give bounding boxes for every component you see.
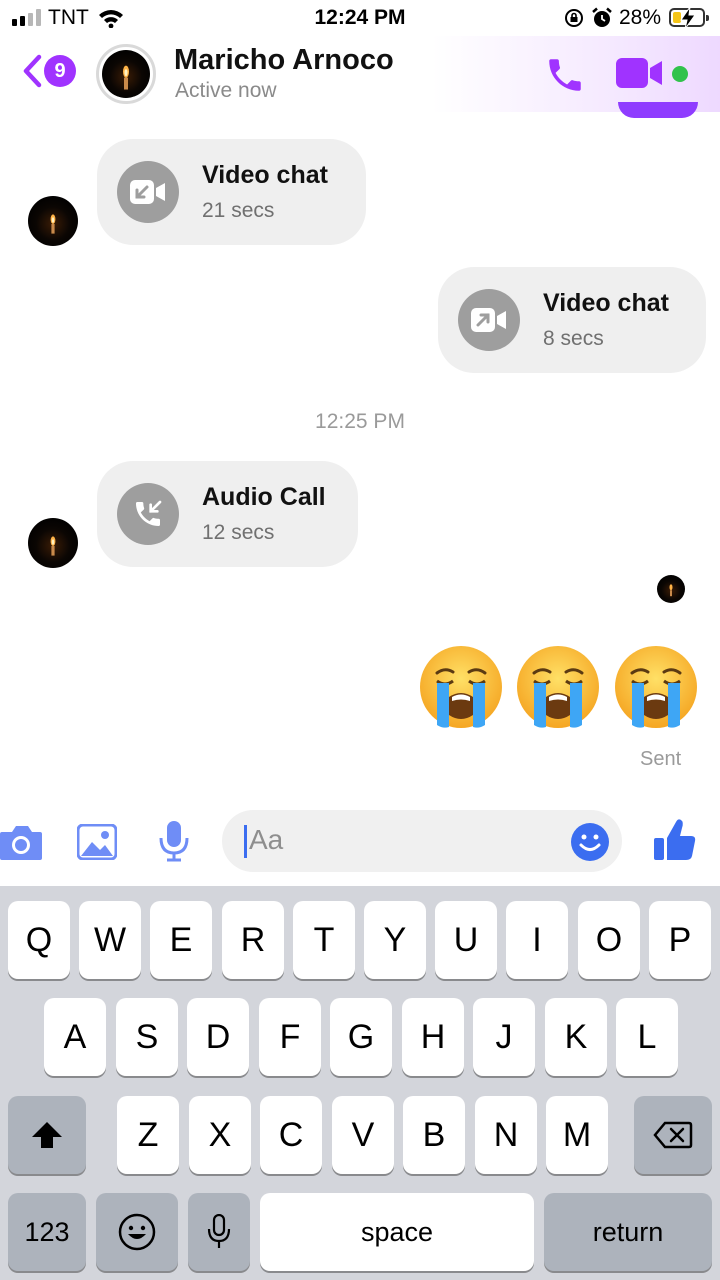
- avatar[interactable]: [28, 518, 78, 568]
- chevron-left-icon: [23, 54, 42, 88]
- contact-name[interactable]: Maricho Arnoco: [174, 44, 394, 77]
- alarm-icon: [591, 7, 613, 34]
- back-button[interactable]: 9: [22, 54, 76, 88]
- call-duration: 12 secs: [202, 521, 275, 544]
- message-input[interactable]: Aa: [222, 810, 622, 872]
- thumbs-up-icon[interactable]: [654, 818, 696, 867]
- key-o[interactable]: O: [578, 901, 640, 979]
- key-v[interactable]: V: [332, 1096, 394, 1174]
- key-n[interactable]: N: [475, 1096, 537, 1174]
- key-p[interactable]: P: [649, 901, 711, 979]
- key-u[interactable]: U: [435, 901, 497, 979]
- emoji-keyboard-key[interactable]: [96, 1193, 178, 1271]
- key-l[interactable]: L: [616, 998, 678, 1076]
- key-b[interactable]: B: [403, 1096, 465, 1174]
- avatar[interactable]: [96, 44, 156, 104]
- battery-charging-icon: [669, 7, 709, 29]
- outgoing-video-icon: [458, 289, 520, 351]
- video-call-button[interactable]: [616, 58, 664, 93]
- call-title: Video chat: [202, 161, 328, 189]
- key-i[interactable]: I: [506, 901, 568, 979]
- call-bubble[interactable]: Audio Call 12 secs: [97, 461, 358, 567]
- phone-icon: [549, 59, 581, 91]
- key-g[interactable]: G: [330, 998, 392, 1076]
- avatar[interactable]: [28, 196, 78, 246]
- microphone-icon[interactable]: [157, 820, 191, 867]
- battery-percent: 28%: [619, 6, 662, 29]
- key-a[interactable]: A: [44, 998, 106, 1076]
- incoming-video-icon: [117, 161, 179, 223]
- key-h[interactable]: H: [402, 998, 464, 1076]
- call-duration: 8 secs: [543, 327, 604, 350]
- key-c[interactable]: C: [260, 1096, 322, 1174]
- key-k[interactable]: K: [545, 998, 607, 1076]
- emoji-icon: [118, 1213, 156, 1251]
- key-t[interactable]: T: [293, 901, 355, 979]
- seen-avatar: [657, 575, 685, 603]
- camera-icon[interactable]: [0, 824, 42, 865]
- delete-key[interactable]: [634, 1096, 712, 1174]
- key-z[interactable]: Z: [117, 1096, 179, 1174]
- key-x[interactable]: X: [189, 1096, 251, 1174]
- call-title: Audio Call: [202, 483, 326, 511]
- key-r[interactable]: R: [222, 901, 284, 979]
- crying-face-emoji[interactable]: [614, 645, 698, 729]
- photo-icon[interactable]: [76, 823, 118, 865]
- space-key[interactable]: space: [260, 1193, 534, 1271]
- conversation-header: 9 Maricho Arnoco Active now: [0, 36, 720, 112]
- online-indicator: [672, 66, 688, 82]
- call-bubble[interactable]: Video chat 8 secs: [438, 267, 706, 373]
- key-y[interactable]: Y: [364, 901, 426, 979]
- call-title: Video chat: [543, 289, 669, 317]
- call-bubble[interactable]: Video chat 21 secs: [97, 139, 366, 245]
- key-f[interactable]: F: [259, 998, 321, 1076]
- shift-key[interactable]: [8, 1096, 86, 1174]
- incoming-call-icon: [117, 483, 179, 545]
- message-placeholder: Aa: [249, 824, 284, 855]
- key-d[interactable]: D: [187, 998, 249, 1076]
- sent-status: Sent: [640, 748, 682, 770]
- key-s[interactable]: S: [116, 998, 178, 1076]
- video-camera-icon: [616, 58, 662, 88]
- contact-status: Active now: [175, 79, 277, 102]
- message-composer: Aa: [0, 800, 720, 886]
- emoji-icon[interactable]: [570, 822, 610, 867]
- text-caret: [244, 825, 247, 858]
- key-w[interactable]: W: [79, 901, 141, 979]
- status-bar: TNT 12:24 PM 28%: [0, 0, 720, 36]
- dictation-key[interactable]: [188, 1193, 250, 1271]
- return-key[interactable]: return: [544, 1193, 712, 1271]
- previous-message-edge: [618, 102, 698, 118]
- unread-badge: 9: [44, 55, 76, 87]
- phone-call-button[interactable]: [544, 54, 586, 101]
- call-duration: 21 secs: [202, 199, 275, 222]
- key-q[interactable]: Q: [8, 901, 70, 979]
- crying-face-emoji[interactable]: [419, 645, 503, 729]
- orientation-lock-icon: [564, 8, 584, 33]
- delete-icon: [653, 1121, 693, 1149]
- shift-icon: [32, 1122, 62, 1148]
- message-timestamp: 12:25 PM: [315, 410, 405, 433]
- numbers-key[interactable]: 123: [8, 1193, 86, 1271]
- key-m[interactable]: M: [546, 1096, 608, 1174]
- microphone-icon: [207, 1214, 231, 1248]
- key-e[interactable]: E: [150, 901, 212, 979]
- key-j[interactable]: J: [473, 998, 535, 1076]
- crying-face-emoji[interactable]: [516, 645, 600, 729]
